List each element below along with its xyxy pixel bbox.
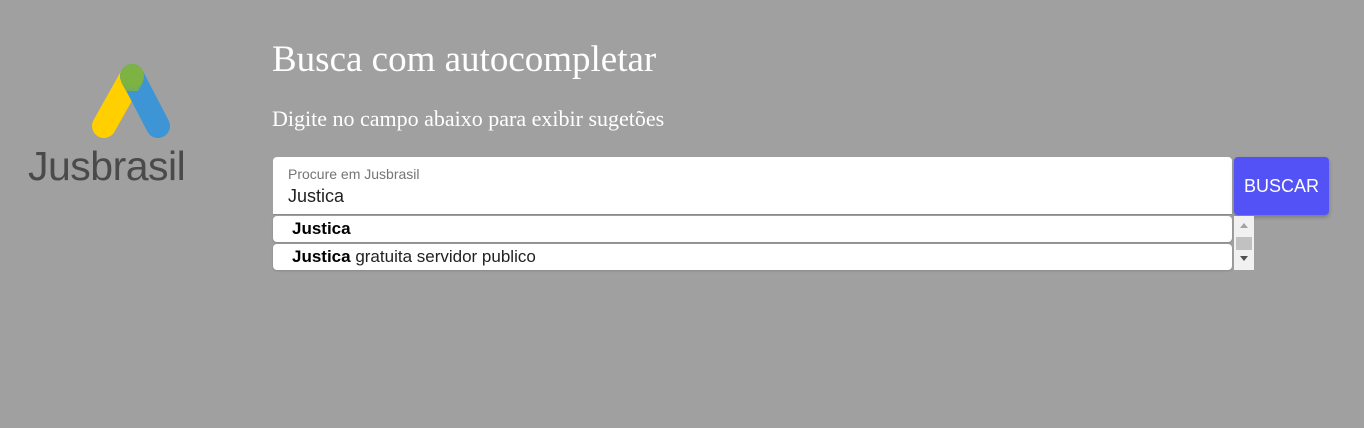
suggestion-item[interactable]: Justica gratuita servidor publico [273, 244, 1232, 270]
suggestions-scrollbar[interactable] [1234, 216, 1254, 270]
logo-wordmark: Jusbrasil [28, 143, 186, 189]
search-button[interactable]: BUSCAR [1234, 157, 1329, 215]
suggestion-match-text: Justica [292, 219, 351, 238]
search-input[interactable]: Procure em Jusbrasil Justica [273, 157, 1232, 215]
page: Jusbrasil Busca com autocompletar Digite… [0, 0, 1364, 428]
suggestion-rest-text: gratuita servidor publico [350, 247, 536, 266]
scroll-down-arrow-icon[interactable] [1234, 252, 1254, 266]
scroll-up-arrow-icon[interactable] [1234, 218, 1254, 232]
page-subtitle: Digite no campo abaixo para exibir suget… [272, 106, 665, 131]
jusbrasil-logo[interactable]: Jusbrasil [28, 62, 212, 192]
jusbrasil-logo-icon [92, 64, 170, 138]
suggestion-match-text: Justica [292, 247, 351, 266]
suggestions-dropdown: Justica Justica gratuita servidor public… [273, 216, 1254, 270]
scrollbar-thumb[interactable] [1236, 237, 1252, 250]
suggestion-item[interactable]: Justica [273, 216, 1232, 242]
page-title: Busca com autocompletar [272, 39, 657, 80]
search-input-value[interactable]: Justica [288, 185, 344, 207]
search-input-label: Procure em Jusbrasil [288, 166, 420, 182]
